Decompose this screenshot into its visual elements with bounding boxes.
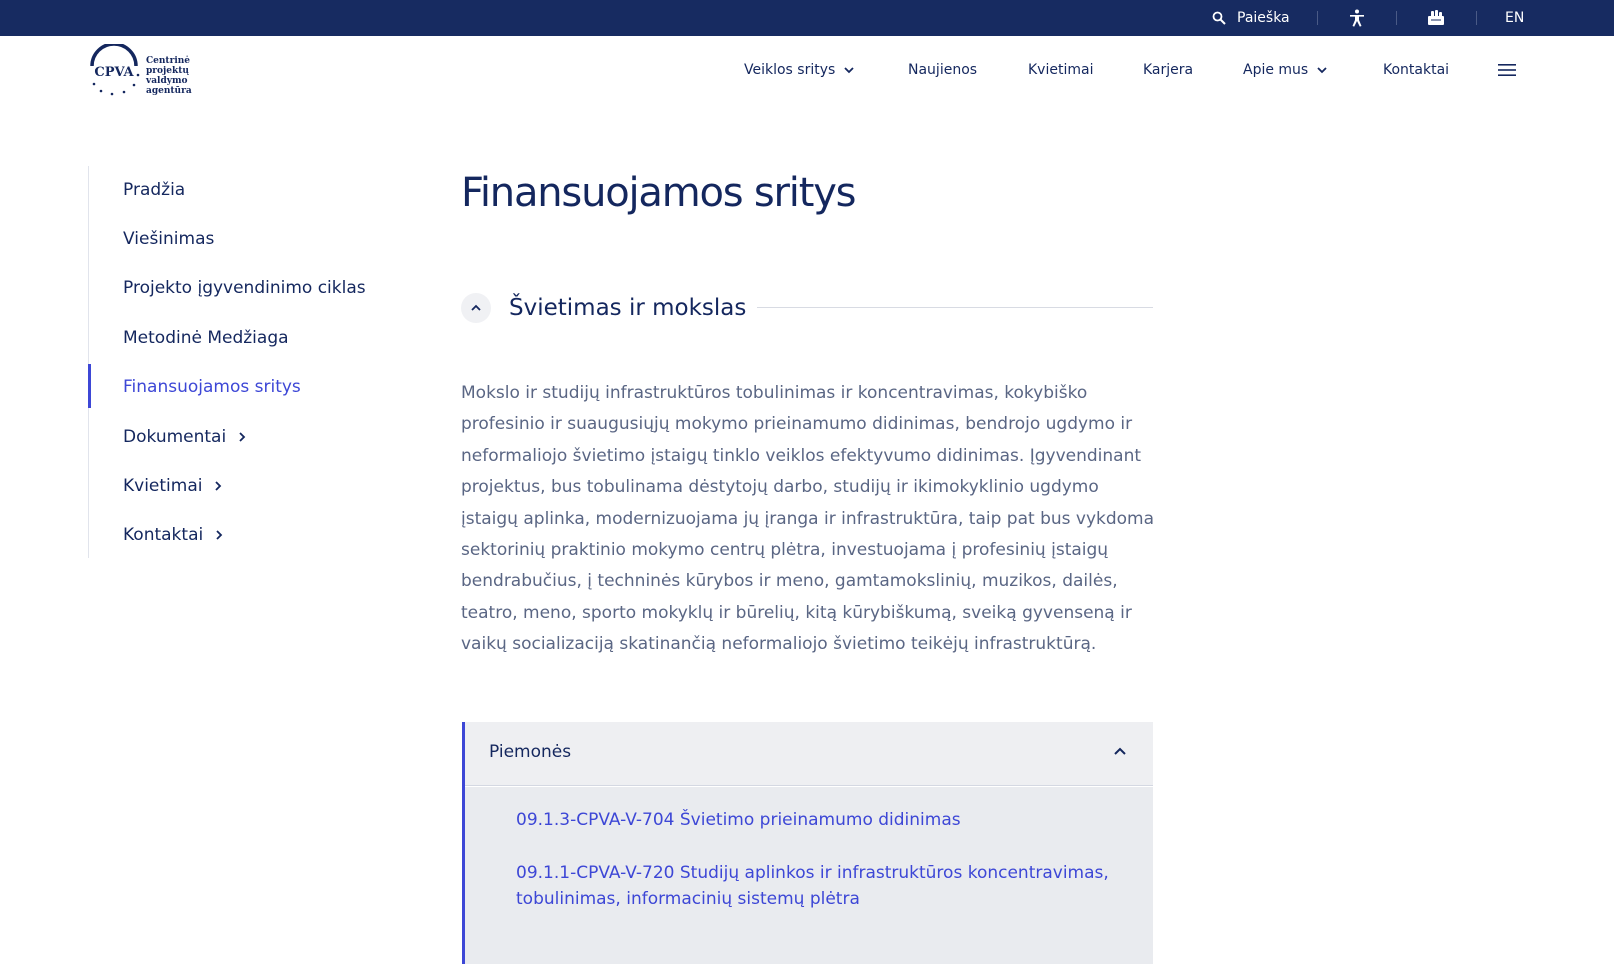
- nav-label: Apie mus: [1243, 62, 1309, 78]
- hamburger-menu-icon: [1498, 64, 1516, 76]
- nav-apie-mus[interactable]: Apie mus: [1243, 58, 1328, 82]
- section-description: Mokslo ir studijų infrastruktūros tobuli…: [461, 383, 1155, 655]
- sidebar-item-label: Kontaktai: [123, 525, 204, 545]
- sidebar-item-label: Viešinimas: [123, 229, 215, 249]
- nav-naujienos[interactable]: Naujienos: [908, 58, 977, 82]
- logo-abbr: CPVA: [94, 65, 134, 80]
- sidebar-nav: Pradžia Viešinimas Projekto įgyvendinimo…: [88, 166, 388, 558]
- sidebar-item-label: Finansuojamos sritys: [123, 377, 301, 397]
- utility-bar: Paieška EN: [0, 0, 1614, 36]
- chevron-right-icon: [215, 481, 222, 491]
- logo-line: Centrinė: [146, 56, 191, 66]
- divider: [1317, 11, 1318, 25]
- sidebar-item-label: Kvietimai: [123, 476, 203, 496]
- nav-veiklos-sritys[interactable]: Veiklos sritys: [744, 58, 855, 82]
- logo-line: agentūra: [146, 86, 192, 96]
- accessibility-button[interactable]: [1349, 0, 1365, 36]
- nav-label: Kvietimai: [1028, 62, 1094, 78]
- accordion-title: Piemonės: [489, 742, 572, 762]
- sidebar-item-viesinimas[interactable]: Viešinimas: [123, 224, 214, 254]
- sidebar-item-label: Metodinė Medžiaga: [123, 328, 289, 348]
- sidebar-item-kvietimai[interactable]: Kvietimai: [123, 471, 224, 501]
- divider: [1476, 11, 1477, 25]
- nav-label: Karjera: [1143, 62, 1194, 78]
- section-collapse-button[interactable]: [461, 293, 491, 323]
- sidebar-item-dokumentai[interactable]: Dokumentai: [123, 422, 248, 452]
- sign-language-icon: [1428, 10, 1444, 25]
- language-label: EN: [1505, 10, 1525, 26]
- measure-link[interactable]: 09.1.3-CPVA-V-704 Švietimo prieinamumo d…: [516, 807, 1116, 833]
- sidebar-item-label: Pradžia: [123, 180, 186, 200]
- divider: [1396, 11, 1397, 25]
- logo[interactable]: CPVA Centrinė projektų valdymo agentūra: [88, 44, 228, 96]
- nav-label: Naujienos: [908, 62, 978, 78]
- nav-karjera[interactable]: Karjera: [1143, 58, 1193, 82]
- sidebar-item-pradzia[interactable]: Pradžia: [123, 175, 185, 205]
- accordion-body: 09.1.3-CPVA-V-704 Švietimo prieinamumo d…: [465, 787, 1153, 964]
- nav-kvietimai[interactable]: Kvietimai: [1028, 58, 1093, 82]
- nav-label: Kontaktai: [1383, 62, 1450, 78]
- sidebar-item-projekto-ciklas[interactable]: Projekto įgyvendinimo ciklas: [123, 273, 366, 303]
- sidebar-item-label: Projekto įgyvendinimo ciklas: [123, 278, 366, 298]
- sidebar-item-metodine-medziaga[interactable]: Metodinė Medžiaga: [123, 323, 289, 353]
- search-label: Paieška: [1237, 10, 1290, 26]
- menu-button[interactable]: [1498, 58, 1516, 82]
- accordion-header[interactable]: Piemonės: [465, 722, 1153, 786]
- sidebar-item-kontaktai[interactable]: Kontaktai: [123, 520, 225, 550]
- sidebar-item-finansuojamos-sritys[interactable]: Finansuojamos sritys: [123, 372, 301, 402]
- section-title: Švietimas ir mokslas: [509, 295, 747, 321]
- search-link[interactable]: Paieška: [1212, 0, 1290, 36]
- accessibility-icon: [1350, 9, 1364, 27]
- search-icon: [1212, 11, 1226, 25]
- page-title: Finansuojamos sritys: [461, 170, 857, 216]
- language-switch[interactable]: EN: [1505, 0, 1524, 36]
- sidebar-item-label: Dokumentai: [123, 427, 227, 447]
- chevron-right-icon: [239, 432, 246, 442]
- logo-wordmark: Centrinė projektų valdymo agentūra: [146, 56, 228, 96]
- chevron-down-icon: [844, 67, 854, 74]
- chevron-up-icon: [471, 304, 481, 311]
- logo-emblem: CPVA: [90, 44, 140, 96]
- logo-line: projektų valdymo: [146, 66, 189, 86]
- nav-label: Veiklos sritys: [744, 62, 836, 78]
- chevron-right-icon: [216, 530, 223, 540]
- nav-kontaktai[interactable]: Kontaktai: [1383, 58, 1449, 82]
- measure-link[interactable]: 09.1.1-CPVA-V-720 Studijų aplinkos ir in…: [516, 860, 1116, 912]
- accordion: Piemonės 09.1.3-CPVA-V-704 Švietimo prie…: [462, 722, 1153, 964]
- active-indicator: [88, 364, 91, 408]
- sign-language-button[interactable]: [1427, 0, 1445, 36]
- section-header: Švietimas ir mokslas: [461, 292, 1153, 323]
- section-divider: [757, 307, 1153, 308]
- chevron-up-icon: [1114, 747, 1126, 755]
- chevron-down-icon: [1317, 67, 1327, 74]
